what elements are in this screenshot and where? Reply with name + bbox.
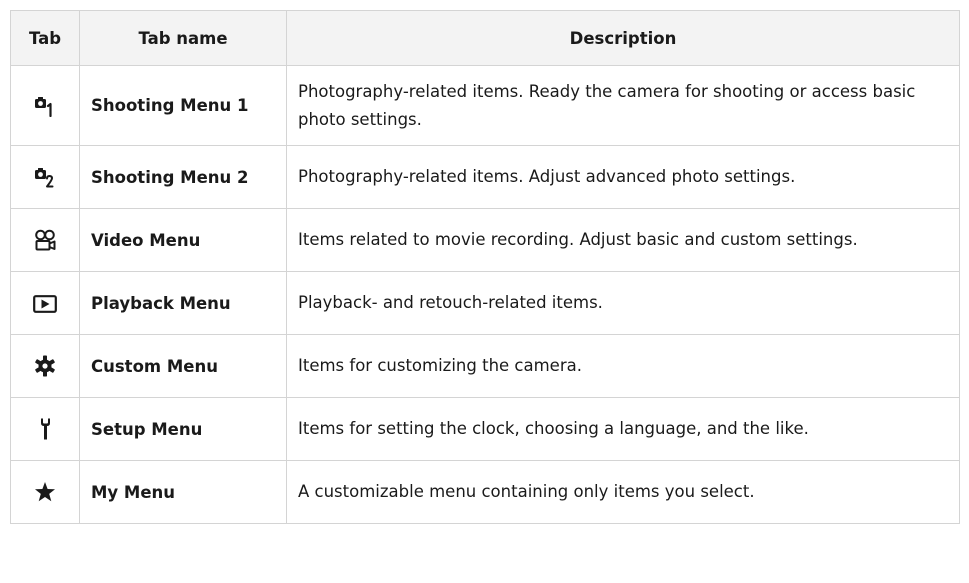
star-icon xyxy=(34,481,56,503)
tab-name: My Menu xyxy=(79,460,287,524)
tab-name: Playback Menu xyxy=(79,271,287,335)
table-row: Setup Menu Items for setting the clock, … xyxy=(10,397,960,461)
tab-description: Playback- and retouch-related items. xyxy=(286,271,960,335)
tab-description: Items related to movie recording. Adjust… xyxy=(286,208,960,272)
camera-2-icon xyxy=(35,166,55,188)
tab-name: Video Menu xyxy=(79,208,287,272)
tab-icon-cell xyxy=(10,65,80,146)
header-tab-name: Tab name xyxy=(79,10,287,66)
camera-1-icon xyxy=(35,95,55,117)
table-row: Shooting Menu 2 Photography-related item… xyxy=(10,145,960,209)
tab-name: Shooting Menu 1 xyxy=(79,65,287,146)
tab-icon-cell xyxy=(10,397,80,461)
tab-name: Shooting Menu 2 xyxy=(79,145,287,209)
table-row: Playback Menu Playback- and retouch-rela… xyxy=(10,271,960,335)
tab-description: Photography-related items. Ready the cam… xyxy=(286,65,960,146)
playback-icon xyxy=(33,294,57,313)
tab-description: Items for setting the clock, choosing a … xyxy=(286,397,960,461)
tab-description: Items for customizing the camera. xyxy=(286,334,960,398)
tab-icon-cell xyxy=(10,208,80,272)
table-row: Custom Menu Items for customizing the ca… xyxy=(10,334,960,398)
table-row: My Menu A customizable menu containing o… xyxy=(10,460,960,524)
header-description: Description xyxy=(286,10,960,66)
gear-icon xyxy=(34,355,56,377)
tab-description: Photography-related items. Adjust advanc… xyxy=(286,145,960,209)
table-row: Shooting Menu 1 Photography-related item… xyxy=(10,65,960,146)
tab-description: A customizable menu containing only item… xyxy=(286,460,960,524)
table-header-row: Tab Tab name Description xyxy=(10,10,960,66)
tab-icon-cell xyxy=(10,271,80,335)
wrench-icon xyxy=(38,417,52,441)
tab-icon-cell xyxy=(10,334,80,398)
table-row: Video Menu Items related to movie record… xyxy=(10,208,960,272)
tab-icon-cell xyxy=(10,145,80,209)
tab-icon-cell xyxy=(10,460,80,524)
tab-name: Custom Menu xyxy=(79,334,287,398)
menu-tabs-table-container: Tab Tab name Description Shooting Menu 1… xyxy=(10,10,960,524)
video-camera-icon xyxy=(34,229,56,251)
header-tab: Tab xyxy=(10,10,80,66)
menu-tabs-table: Tab Tab name Description Shooting Menu 1… xyxy=(10,10,960,524)
tab-name: Setup Menu xyxy=(79,397,287,461)
